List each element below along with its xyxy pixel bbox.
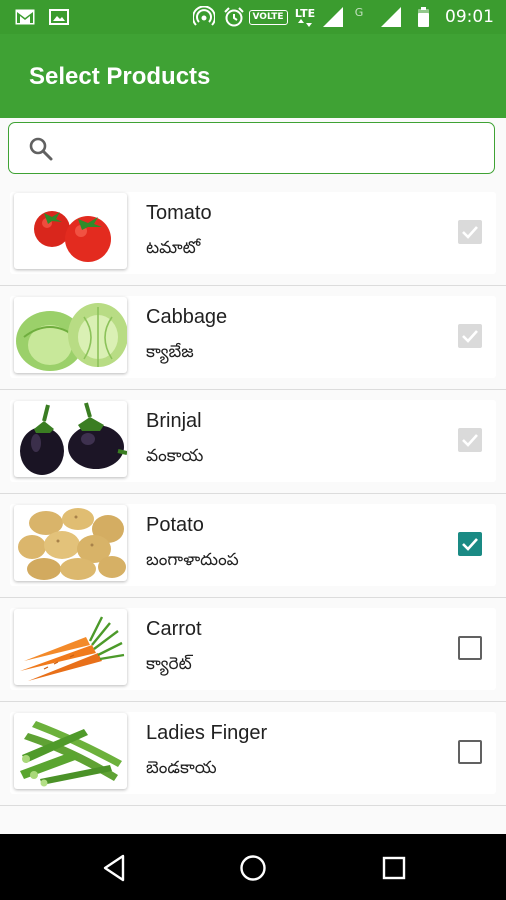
product-local-name: వంకాయ — [146, 446, 204, 465]
product-checkbox[interactable] — [458, 740, 482, 764]
g-label: G — [354, 6, 364, 19]
g-signal-icon — [380, 0, 402, 34]
product-row-tomato[interactable]: Tomato టమాటో — [0, 182, 506, 286]
product-name: Brinjal — [146, 410, 202, 432]
product-name: Potato — [146, 514, 204, 536]
product-name: Ladies Finger — [146, 722, 268, 744]
home-icon[interactable] — [235, 850, 271, 886]
back-icon[interactable] — [96, 850, 132, 886]
potato-image — [14, 505, 127, 581]
product-name: Tomato — [146, 202, 212, 224]
product-row-carrot[interactable]: Carrot క్యారెట్ — [0, 598, 506, 702]
clock: 09:01 — [445, 7, 494, 27]
product-row-cabbage[interactable]: Cabbage క్యాబేజ — [0, 286, 506, 390]
tomato-image — [14, 193, 127, 269]
cabbage-image — [14, 297, 127, 373]
search-box[interactable] — [8, 122, 495, 174]
volte-label: VOLTE — [248, 9, 288, 25]
gmail-icon — [14, 0, 36, 34]
product-name: Cabbage — [146, 306, 228, 328]
product-local-name: బెండకాయ — [146, 758, 217, 777]
product-row-ladies-finger[interactable]: Ladies Finger బెండకాయ — [0, 702, 506, 806]
ladies-finger-image — [14, 713, 127, 789]
alarm-icon — [222, 0, 246, 34]
volte-icon: VOLTE — [248, 0, 288, 34]
page-title: Select Products — [29, 63, 211, 90]
product-checkbox[interactable] — [458, 428, 482, 452]
hotspot-icon — [192, 0, 216, 34]
lte-indicator: LTE — [290, 0, 320, 34]
data-arrows-icon — [298, 18, 312, 27]
product-row-potato[interactable]: Potato బంగాళాదుంప — [0, 494, 506, 598]
product-name: Carrot — [146, 618, 202, 640]
battery-icon — [416, 0, 430, 34]
lte-label: LTE — [294, 6, 316, 20]
search-input[interactable] — [67, 129, 481, 169]
product-local-name: బంగాళాదుంప — [146, 550, 239, 569]
product-local-name: టమాటో — [146, 238, 201, 257]
product-checkbox[interactable] — [458, 636, 482, 660]
app-bar: Select Products — [0, 34, 506, 118]
product-local-name: క్యారెట్ — [146, 654, 192, 673]
status-bar: VOLTE LTE G 09:01 — [0, 0, 506, 34]
product-local-name: క్యాబేజ — [146, 342, 194, 361]
product-row-brinjal[interactable]: Brinjal వంకాయ — [0, 390, 506, 494]
recents-icon[interactable] — [376, 850, 412, 886]
carrot-image — [14, 609, 127, 685]
product-checkbox[interactable] — [458, 220, 482, 244]
lte-signal-icon — [322, 0, 344, 34]
search-icon[interactable] — [28, 136, 54, 162]
navigation-bar — [0, 834, 506, 900]
product-checkbox[interactable] — [458, 324, 482, 348]
gallery-icon — [48, 0, 70, 34]
brinjal-image — [14, 401, 127, 477]
product-checkbox[interactable] — [458, 532, 482, 556]
